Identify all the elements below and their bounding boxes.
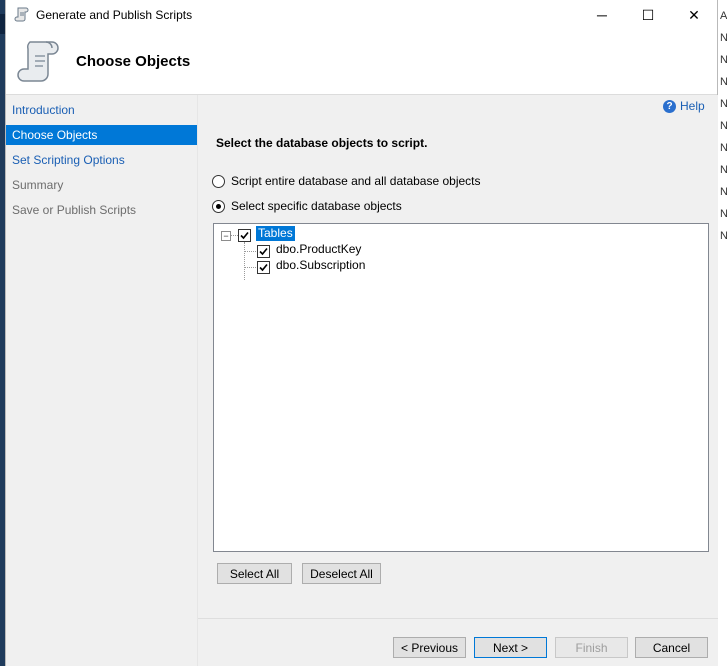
- close-icon: ✕: [688, 6, 700, 23]
- background-text-fragment: N: [720, 76, 727, 88]
- background-text-fragment: N: [720, 208, 727, 220]
- collapse-icon[interactable]: −: [221, 231, 231, 241]
- radio-select-specific-objects[interactable]: Select specific database objects: [212, 199, 402, 213]
- subscription-checkbox[interactable]: [257, 261, 270, 274]
- help-label: Help: [680, 99, 705, 113]
- help-icon: ?: [663, 99, 676, 113]
- tables-checkbox[interactable]: [238, 229, 251, 242]
- previous-button[interactable]: < Previous: [393, 637, 466, 658]
- deselect-all-button[interactable]: Deselect All: [302, 563, 381, 584]
- page-title: Choose Objects: [76, 53, 191, 70]
- instruction-text: Select the database objects to script.: [216, 136, 428, 150]
- title-bar[interactable]: Generate and Publish Scripts ─ ☐ ✕: [6, 0, 717, 30]
- script-scroll-icon: [16, 38, 62, 86]
- object-tree[interactable]: − Tables dbo.ProductKey dbo.Subscription: [213, 223, 709, 552]
- background-text-fragment: N: [720, 186, 727, 198]
- background-text-fragment: N: [720, 120, 727, 132]
- sidebar-item-choose-objects[interactable]: Choose Objects: [6, 125, 197, 145]
- background-window-text-column: A N N N N N N N N N N: [717, 0, 727, 666]
- background-text-fragment: N: [720, 142, 727, 154]
- maximize-icon: ☐: [641, 6, 655, 23]
- next-button[interactable]: Next >: [474, 637, 547, 658]
- dialog-window: Generate and Publish Scripts ─ ☐ ✕ Choos…: [5, 0, 718, 666]
- select-all-button[interactable]: Select All: [217, 563, 292, 584]
- radio-button[interactable]: [212, 199, 225, 213]
- minimize-icon: ─: [597, 7, 607, 23]
- sidebar-item-summary: Summary: [12, 178, 64, 192]
- sidebar-item-save-or-publish: Save or Publish Scripts: [12, 203, 137, 217]
- sidebar-item-set-scripting-options[interactable]: Set Scripting Options: [6, 150, 197, 170]
- radio-script-entire-database[interactable]: Script entire database and all database …: [212, 174, 481, 188]
- wizard-steps-sidebar: Introduction Choose Objects Set Scriptin…: [6, 95, 197, 666]
- tree-node-tables[interactable]: Tables: [256, 226, 295, 241]
- radio-label: Select specific database objects: [231, 199, 402, 213]
- background-text-fragment: N: [720, 98, 727, 110]
- tree-node-subscription[interactable]: dbo.Subscription: [276, 258, 365, 273]
- radio-label: Script entire database and all database …: [231, 174, 481, 188]
- wizard-header: Choose Objects: [6, 30, 717, 95]
- tree-connector: [244, 251, 256, 252]
- tree-connector: [244, 267, 256, 268]
- background-text-fragment: A: [720, 10, 727, 22]
- finish-button: Finish: [555, 637, 628, 658]
- tree-connector: [244, 242, 245, 280]
- tree-connector: [231, 235, 238, 236]
- background-text-fragment: N: [720, 230, 727, 242]
- radio-selected-dot: [216, 203, 221, 209]
- help-link[interactable]: ? Help: [663, 99, 705, 113]
- background-text-fragment: N: [720, 54, 727, 66]
- app-scroll-icon: [14, 6, 30, 22]
- footer-divider: [198, 618, 718, 619]
- maximize-button[interactable]: ☐: [625, 0, 671, 30]
- productkey-checkbox[interactable]: [257, 245, 270, 258]
- tree-node-productkey[interactable]: dbo.ProductKey: [276, 242, 361, 257]
- main-content: ? Help Select the database objects to sc…: [197, 95, 718, 666]
- background-text-fragment: N: [720, 164, 727, 176]
- cancel-button[interactable]: Cancel: [635, 637, 708, 658]
- close-button[interactable]: ✕: [671, 0, 717, 30]
- radio-button[interactable]: [212, 174, 225, 188]
- window-title: Generate and Publish Scripts: [36, 8, 193, 22]
- minimize-button[interactable]: ─: [579, 0, 625, 30]
- background-text-fragment: N: [720, 32, 727, 44]
- sidebar-item-introduction[interactable]: Introduction: [6, 100, 197, 120]
